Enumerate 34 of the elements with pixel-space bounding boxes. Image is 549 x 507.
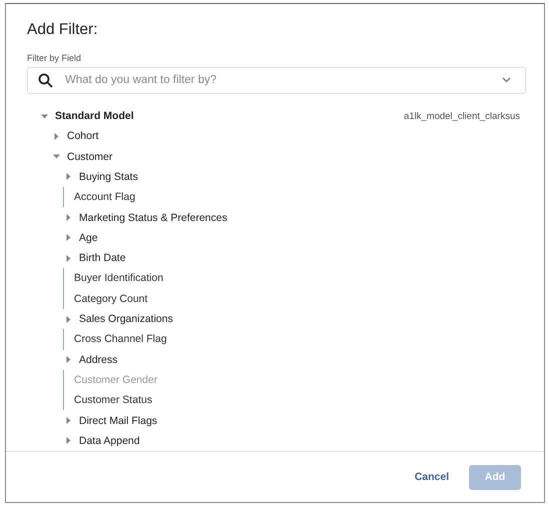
tree-item[interactable]: Address	[79, 354, 118, 366]
field-item[interactable]: Cross Channel Flag	[63, 329, 167, 350]
search-icon	[38, 72, 53, 88]
cancel-button[interactable]: Cancel	[410, 465, 453, 489]
caret-right-icon[interactable]	[64, 233, 73, 242]
caret-right-icon[interactable]	[64, 213, 73, 222]
chevron-down-icon	[502, 77, 511, 84]
tree-item[interactable]: Marketing Status & Preferences	[79, 212, 228, 224]
field-item[interactable]: Account Flag	[63, 187, 136, 208]
tree-item[interactable]: Standard Model	[55, 110, 134, 122]
tree-item[interactable]: Customer	[67, 150, 113, 163]
search-input[interactable]: What do you want to filter by?	[63, 73, 492, 88]
caret-right-icon[interactable]	[64, 254, 73, 263]
field-label: Filter by Field	[27, 53, 82, 63]
tree-item[interactable]: Cohort	[67, 130, 99, 142]
tree-item[interactable]: Age	[79, 232, 98, 244]
caret-right-icon[interactable]	[64, 314, 73, 324]
field-item[interactable]: Category Count	[63, 288, 148, 309]
tree-item[interactable]: Buying Stats	[79, 170, 138, 183]
tree-item[interactable]: Sales Organizations	[79, 313, 173, 326]
field-item[interactable]: Buyer Identification	[63, 268, 164, 289]
tree-item[interactable]: Direct Mail Flags	[79, 414, 158, 427]
field-item[interactable]: Customer Status	[63, 390, 152, 410]
caret-right-icon[interactable]	[52, 132, 61, 141]
caret-right-icon[interactable]	[64, 416, 73, 426]
tree-item[interactable]: Birth Date	[79, 252, 126, 264]
caret-right-icon[interactable]	[64, 355, 73, 364]
search-bar[interactable]: What do you want to filter by?	[27, 67, 526, 94]
dialog-title: Add Filter:	[27, 21, 99, 39]
model-name: a1lk_model_client_clarksus	[404, 110, 520, 122]
caret-down-icon[interactable]	[40, 112, 49, 121]
caret-right-icon[interactable]	[64, 436, 73, 446]
tree-item[interactable]: Data Append	[79, 434, 140, 447]
caret-right-icon[interactable]	[64, 172, 73, 182]
